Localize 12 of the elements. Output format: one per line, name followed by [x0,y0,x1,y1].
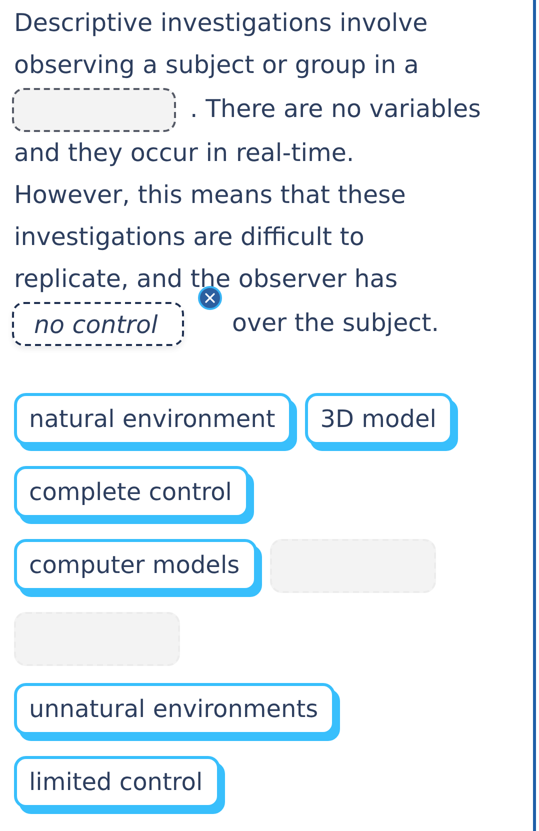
passage-text: investigations are difficult to [14,222,364,252]
close-icon [204,292,216,304]
passage-text: However, this means that these [14,180,406,210]
passage-text: . There are no variables [190,94,481,124]
passage-text: replicate, and the observer has [14,264,398,294]
passage-text: Descriptive investigations involve [14,8,428,38]
remove-button[interactable] [198,286,222,310]
answer-blank[interactable]: no control [12,302,184,346]
passage-text: and they occur in real-time. [14,138,354,168]
passage-text: observing a subject or group in a [14,50,419,80]
passage-text: over the subject. [232,308,440,338]
answer-blank[interactable] [12,88,176,132]
